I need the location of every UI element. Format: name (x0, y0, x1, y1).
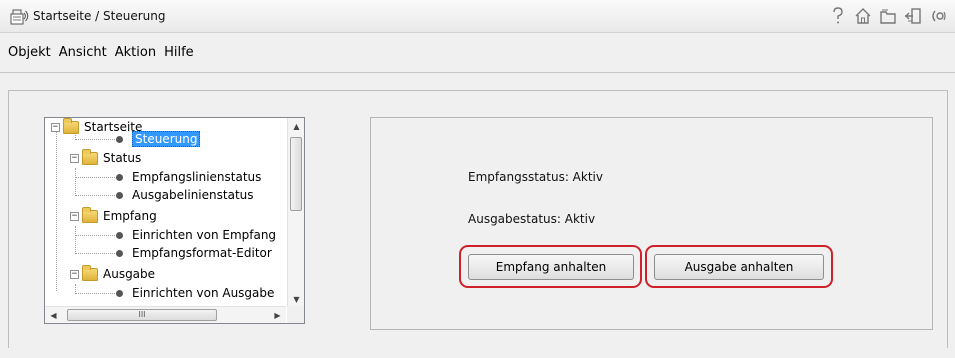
horizontal-scroll-thumb[interactable]: III (67, 309, 217, 321)
status-panel: Empfangsstatus: Aktiv Ausgabestatus: Akt… (370, 117, 933, 330)
tree-item-label: Einrichten von Empfang (132, 228, 277, 242)
home-icon[interactable] (852, 5, 874, 27)
tree-item-label: Status (103, 151, 142, 165)
tree-item-einrichten-ausgabe[interactable]: Einrichten von Ausgabe (116, 284, 274, 302)
scroll-left-icon[interactable]: ◀ (45, 307, 62, 323)
navigation-tree[interactable]: − Startseite Steuerung − Status Empfangs… (44, 117, 305, 324)
folder-icon (82, 264, 98, 281)
menu-aktion[interactable]: Aktion (113, 43, 162, 62)
tree-folder-empfang[interactable]: − Empfang (70, 206, 157, 225)
tree-vertical-scrollbar[interactable]: ▲ ▼ (287, 118, 304, 308)
tree-folder-status[interactable]: − Status (70, 148, 142, 167)
tree-item-empfangsformat-editor[interactable]: Empfangsformat-Editor (116, 244, 272, 262)
tree-item-label: Empfangsformat-Editor (132, 246, 272, 260)
ausgabe-anhalten-button[interactable]: Ausgabe anhalten (654, 254, 824, 280)
tree-connector (75, 253, 117, 254)
collapse-icon[interactable]: − (51, 122, 60, 132)
tree-connector (75, 235, 117, 236)
vertical-scroll-thumb[interactable] (290, 137, 302, 211)
folder-icon (63, 118, 79, 134)
tree-item-label: Empfang (103, 209, 157, 223)
node-bullet-icon (116, 249, 123, 257)
tree-connector (75, 293, 117, 294)
node-bullet-icon (116, 135, 123, 143)
ausgabestatus-text: Ausgabestatus: Aktiv (468, 212, 596, 226)
tree-item-label: Ausgabe (103, 267, 156, 281)
connection-icon[interactable] (927, 5, 949, 27)
tree-connector (75, 195, 117, 196)
tree-connector (75, 168, 76, 196)
app-icon (10, 7, 30, 25)
tree-connector (56, 132, 57, 291)
empfang-anhalten-button[interactable]: Empfang anhalten (468, 254, 634, 280)
tree-folder-ausgabe[interactable]: − Ausgabe (70, 264, 156, 283)
exit-icon[interactable] (902, 5, 924, 27)
menu-ansicht[interactable]: Ansicht (57, 43, 113, 62)
tree-item-einrichten-empfang[interactable]: Einrichten von Empfang (116, 226, 276, 244)
collapse-icon[interactable]: − (70, 269, 79, 279)
tree-item-empfangslinienstatus[interactable]: Empfangslinienstatus (116, 168, 261, 186)
tree-item-label: Einrichten von Ausgabe (132, 286, 275, 300)
node-bullet-icon (116, 191, 123, 199)
menu-objekt[interactable]: Objekt (6, 43, 57, 62)
node-bullet-icon (116, 289, 123, 297)
collapse-icon[interactable]: − (70, 211, 79, 221)
scrollbar-corner (287, 306, 304, 323)
tree-item-steuerung[interactable]: Steuerung (116, 130, 201, 148)
window-title: Startseite / Steuerung (33, 9, 166, 23)
scroll-up-icon[interactable]: ▲ (288, 118, 304, 135)
tree-rows: − Startseite Steuerung − Status Empfangs… (45, 118, 286, 308)
folder-icon (82, 206, 98, 223)
tree-item-ausgabelinienstatus[interactable]: Ausgabelinienstatus (116, 186, 254, 204)
empfangsstatus-text: Empfangsstatus: Aktiv (468, 170, 603, 184)
node-bullet-icon (116, 173, 123, 181)
tree-horizontal-scrollbar[interactable]: ◀ III ▶ (45, 306, 286, 323)
menu-hilfe[interactable]: Hilfe (162, 43, 200, 62)
menu-separator (0, 72, 955, 73)
title-bar: Startseite / Steuerung (0, 0, 955, 33)
help-icon[interactable] (827, 5, 849, 27)
tree-connector (75, 139, 117, 140)
menu-bar: Objekt Ansicht Aktion Hilfe (0, 40, 955, 64)
collapse-icon[interactable]: − (70, 153, 79, 163)
folder-icon[interactable] (877, 5, 899, 27)
scroll-right-icon[interactable]: ▶ (269, 307, 286, 323)
tree-item-label: Empfangslinienstatus (132, 170, 262, 184)
tree-item-label: Ausgabelinienstatus (132, 188, 254, 202)
node-bullet-icon (116, 231, 123, 239)
tree-connector (75, 177, 117, 178)
tree-connector (75, 226, 76, 254)
title-toolbar (824, 5, 949, 27)
tree-item-label: Steuerung (132, 131, 201, 147)
folder-icon (82, 148, 98, 165)
